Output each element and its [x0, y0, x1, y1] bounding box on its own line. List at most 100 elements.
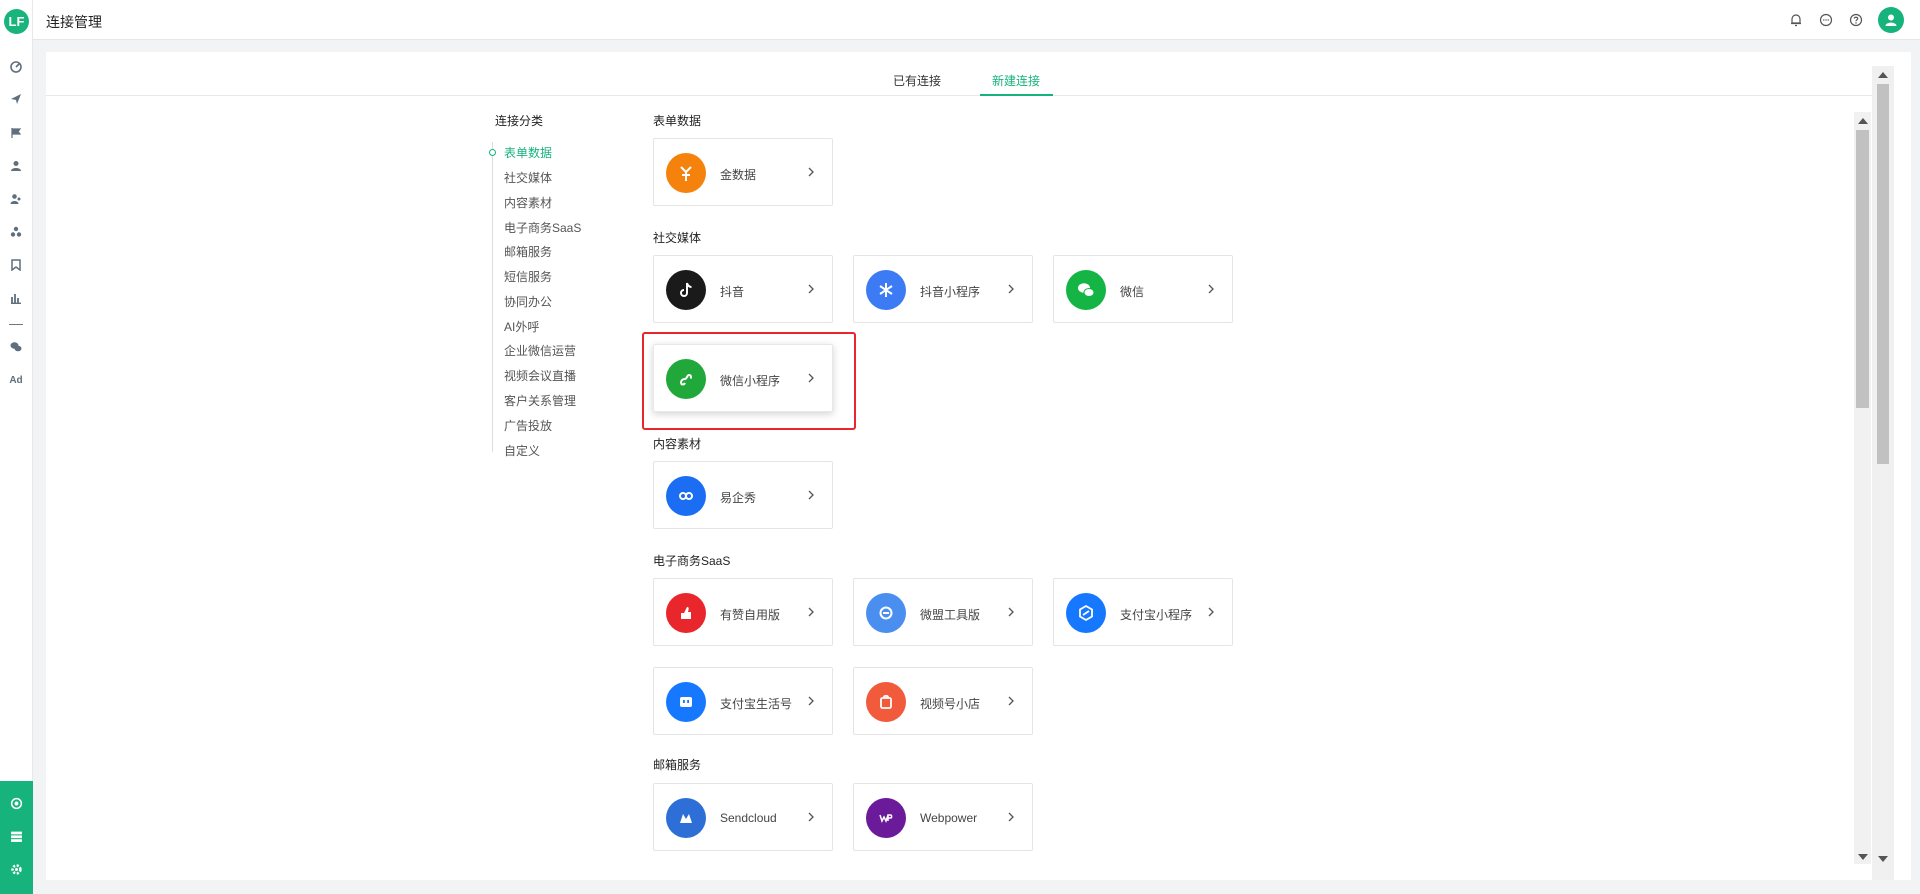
category-item[interactable]: 内容素材	[504, 194, 552, 211]
connector-label: Webpower	[920, 811, 978, 825]
chevron-right-icon	[806, 810, 816, 824]
connector-label: Sendcloud	[720, 811, 777, 825]
connector-card-douyin-miniapp[interactable]: 抖音小程序	[853, 255, 1033, 323]
category-item[interactable]: 客户关系管理	[504, 392, 576, 409]
alipay-miniapp-icon	[1066, 593, 1106, 633]
tab-new-connection[interactable]: 新建连接	[992, 72, 1040, 89]
help-icon[interactable]	[1849, 13, 1863, 27]
user-icon[interactable]	[9, 159, 23, 173]
bookmark-icon[interactable]	[9, 258, 23, 272]
scroll-up-arrow-icon[interactable]	[1858, 118, 1868, 124]
tab-existing-connections[interactable]: 已有连接	[893, 72, 941, 89]
tab-bar: 已有连接 新建连接	[46, 52, 1872, 96]
section-title-social-media: 社交媒体	[653, 231, 702, 245]
connector-card-eqxiu[interactable]: 易企秀	[653, 461, 833, 529]
highlight-box	[642, 332, 856, 430]
ad-icon[interactable]: Ad	[9, 373, 23, 387]
chevron-right-icon	[1006, 605, 1016, 619]
flag-icon[interactable]	[9, 126, 23, 140]
page-title: 连接管理	[46, 14, 102, 30]
active-tab-indicator	[980, 94, 1053, 96]
chevron-right-icon	[1006, 694, 1016, 708]
category-item[interactable]: 视频会议直播	[504, 367, 576, 384]
cluster-icon[interactable]	[9, 225, 23, 239]
bar-chart-icon[interactable]	[9, 291, 23, 305]
app-logo[interactable]: LF	[4, 9, 29, 34]
connector-label: 有赞自用版	[720, 608, 781, 622]
connector-label: 抖音小程序	[920, 285, 981, 299]
chevron-right-icon	[1006, 810, 1016, 824]
chevron-right-icon	[806, 488, 816, 502]
category-item[interactable]: 表单数据	[504, 144, 552, 161]
wechat-icon[interactable]	[9, 340, 23, 354]
chat-icon[interactable]	[1819, 13, 1833, 27]
connector-card-jinshuju[interactable]: 金数据	[653, 138, 833, 206]
top-bar: 连接管理	[33, 0, 1920, 40]
connector-label: 抖音	[720, 285, 745, 299]
douyin-miniapp-icon	[866, 270, 906, 310]
user-group-icon[interactable]	[9, 192, 23, 206]
chevron-right-icon	[806, 605, 816, 619]
connector-card-sendcloud[interactable]: Sendcloud	[653, 783, 833, 851]
list-icon[interactable]	[9, 829, 23, 843]
category-item[interactable]: 自定义	[504, 442, 540, 459]
webpower-icon	[866, 798, 906, 838]
alipay-life-icon	[666, 682, 706, 722]
section-title-form-data: 表单数据	[653, 114, 702, 128]
category-item[interactable]: AI外呼	[504, 318, 539, 335]
user-avatar[interactable]	[1878, 7, 1904, 33]
connector-card-alipay-miniapp[interactable]: 支付宝小程序	[1053, 578, 1233, 646]
category-item[interactable]: 短信服务	[504, 268, 552, 285]
rail-bottom-group	[0, 781, 33, 894]
connector-label: 易企秀	[720, 491, 757, 505]
connector-card-webpower[interactable]: Webpower	[853, 783, 1033, 851]
connector-card-douyin[interactable]: 抖音	[653, 255, 833, 323]
section-title-content: 内容素材	[653, 437, 702, 451]
rail-divider	[9, 324, 23, 325]
channels-store-icon	[866, 682, 906, 722]
active-category-dot	[489, 149, 496, 156]
scroll-down-arrow-icon[interactable]	[1878, 856, 1888, 862]
bell-icon[interactable]	[1789, 13, 1803, 27]
category-nav-title: 连接分类	[495, 114, 544, 128]
scrollbar-thumb[interactable]	[1856, 130, 1869, 408]
connection-icon[interactable]	[9, 796, 23, 810]
eqxiu-icon	[666, 476, 706, 516]
content-scrollbar[interactable]	[1854, 112, 1871, 864]
wechat-logo-icon	[1066, 270, 1106, 310]
category-nav-line	[492, 142, 493, 452]
dashboard-icon[interactable]	[9, 60, 23, 74]
category-item[interactable]: 企业微信运营	[504, 342, 576, 359]
connector-card-alipay-life[interactable]: 支付宝生活号	[653, 667, 833, 735]
category-item[interactable]: 邮箱服务	[504, 243, 552, 260]
chevron-right-icon	[1206, 605, 1216, 619]
section-title-ecommerce: 电子商务SaaS	[653, 554, 731, 568]
connector-card-weimob[interactable]: 微盟工具版	[853, 578, 1033, 646]
category-item[interactable]: 广告投放	[504, 417, 552, 434]
chevron-right-icon	[1206, 282, 1216, 296]
section-title-email: 邮箱服务	[653, 758, 702, 772]
weimob-icon	[866, 593, 906, 633]
scroll-down-arrow-icon[interactable]	[1858, 854, 1868, 860]
sendcloud-icon	[666, 798, 706, 838]
connector-label: 视频号小店	[920, 697, 981, 711]
page-scrollbar[interactable]	[1872, 66, 1894, 880]
chevron-right-icon	[806, 165, 816, 179]
main-panel: 已有连接 新建连接 连接分类 表单数据 社交媒体 内容素材 电子商务SaaS 邮…	[46, 52, 1911, 880]
youzan-icon	[666, 593, 706, 633]
settings-icon[interactable]	[9, 862, 23, 876]
connector-label: 支付宝小程序	[1120, 608, 1193, 622]
scrollbar-thumb[interactable]	[1877, 84, 1889, 464]
douyin-icon	[666, 270, 706, 310]
category-item[interactable]: 社交媒体	[504, 169, 552, 186]
connector-label: 支付宝生活号	[720, 697, 793, 711]
category-item[interactable]: 协同办公	[504, 293, 552, 310]
chevron-right-icon	[806, 694, 816, 708]
connector-card-youzan[interactable]: 有赞自用版	[653, 578, 833, 646]
scroll-up-arrow-icon[interactable]	[1878, 72, 1888, 78]
connector-card-wechat[interactable]: 微信	[1053, 255, 1233, 323]
category-item[interactable]: 电子商务SaaS	[504, 219, 581, 236]
send-icon[interactable]	[9, 92, 23, 106]
connector-card-channels-store[interactable]: 视频号小店	[853, 667, 1033, 735]
connector-label: 微信	[1120, 285, 1145, 299]
